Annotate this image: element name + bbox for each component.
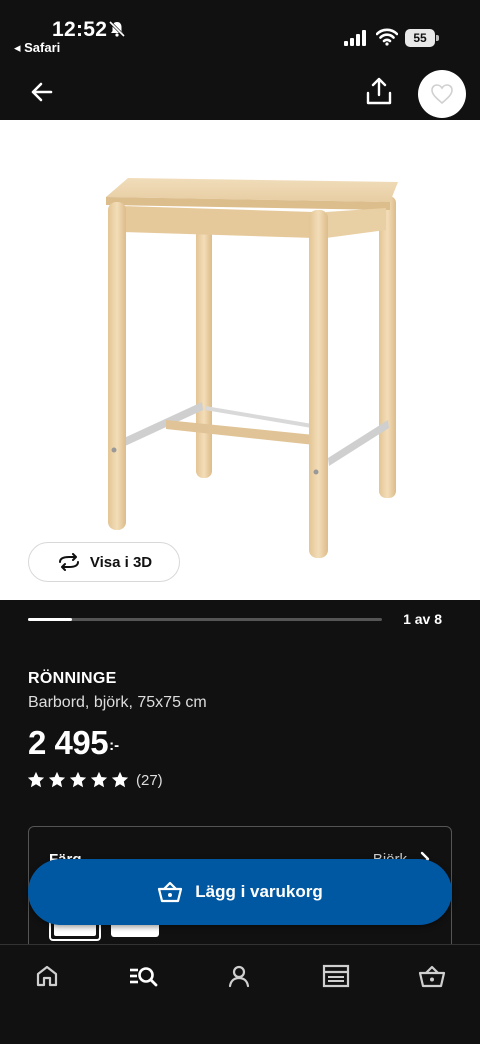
clock: 12:52 (52, 18, 108, 41)
basket-tab-icon (418, 965, 446, 988)
tab-stores[interactable] (321, 961, 351, 991)
view-in-3d-button[interactable]: Visa i 3D (28, 542, 180, 582)
profile-icon (228, 965, 250, 988)
view-in-3d-label: Visa i 3D (89, 553, 153, 571)
add-to-cart-label: Lägg i varukorg (195, 882, 323, 901)
rotate-3d-icon (58, 553, 79, 571)
pager-progress (28, 618, 73, 621)
wifi-icon (376, 28, 398, 46)
star-icon (91, 772, 107, 788)
rating-stars (28, 772, 128, 788)
product-info: RÖNNINGE Barbord, björk, 75x75 cm 2 495 … (28, 670, 452, 792)
rating-count: (27) (136, 771, 163, 789)
star-icon (49, 772, 65, 788)
product-price: 2 495 :- (28, 724, 452, 768)
pager-label: 1 av 8 (403, 611, 442, 627)
heart-icon (431, 84, 453, 105)
image-pager: 1 av 8 (0, 600, 480, 650)
star-icon (70, 772, 86, 788)
back-arrow-icon[interactable] (26, 76, 58, 108)
bottom-tab-bar (0, 944, 480, 1044)
star-icon (28, 772, 44, 788)
price-suffix: :- (109, 737, 120, 754)
tab-profile[interactable] (224, 961, 254, 991)
product-image (106, 178, 398, 558)
favorite-button[interactable] (418, 70, 466, 118)
tab-search[interactable] (128, 961, 158, 991)
battery-indicator: 55 (405, 29, 439, 47)
battery-nub (436, 35, 439, 41)
pager-track[interactable] (28, 618, 382, 621)
price-amount: 2 495 (28, 724, 109, 761)
add-to-cart-button[interactable]: Lägg i varukorg (28, 859, 452, 925)
search-icon (130, 967, 158, 987)
tab-home[interactable] (32, 961, 62, 991)
top-nav (0, 62, 480, 120)
tab-basket[interactable] (417, 961, 447, 991)
store-icon (322, 964, 350, 988)
basket-icon (158, 881, 183, 903)
back-to-safari[interactable]: ◂ Safari (14, 40, 60, 56)
share-icon[interactable] (362, 75, 396, 109)
home-icon (36, 965, 58, 987)
product-rating[interactable]: (27) (28, 768, 452, 792)
bell-muted-icon (108, 20, 126, 38)
status-bar: 12:52 ◂ Safari 55 (0, 0, 480, 62)
cellular-signal-icon (344, 30, 366, 46)
product-image-gallery[interactable]: Visa i 3D (0, 120, 480, 600)
battery-level: 55 (405, 29, 435, 47)
product-name: RÖNNINGE (28, 670, 117, 687)
star-icon (112, 772, 128, 788)
product-description: Barbord, björk, 75x75 cm (28, 694, 207, 711)
